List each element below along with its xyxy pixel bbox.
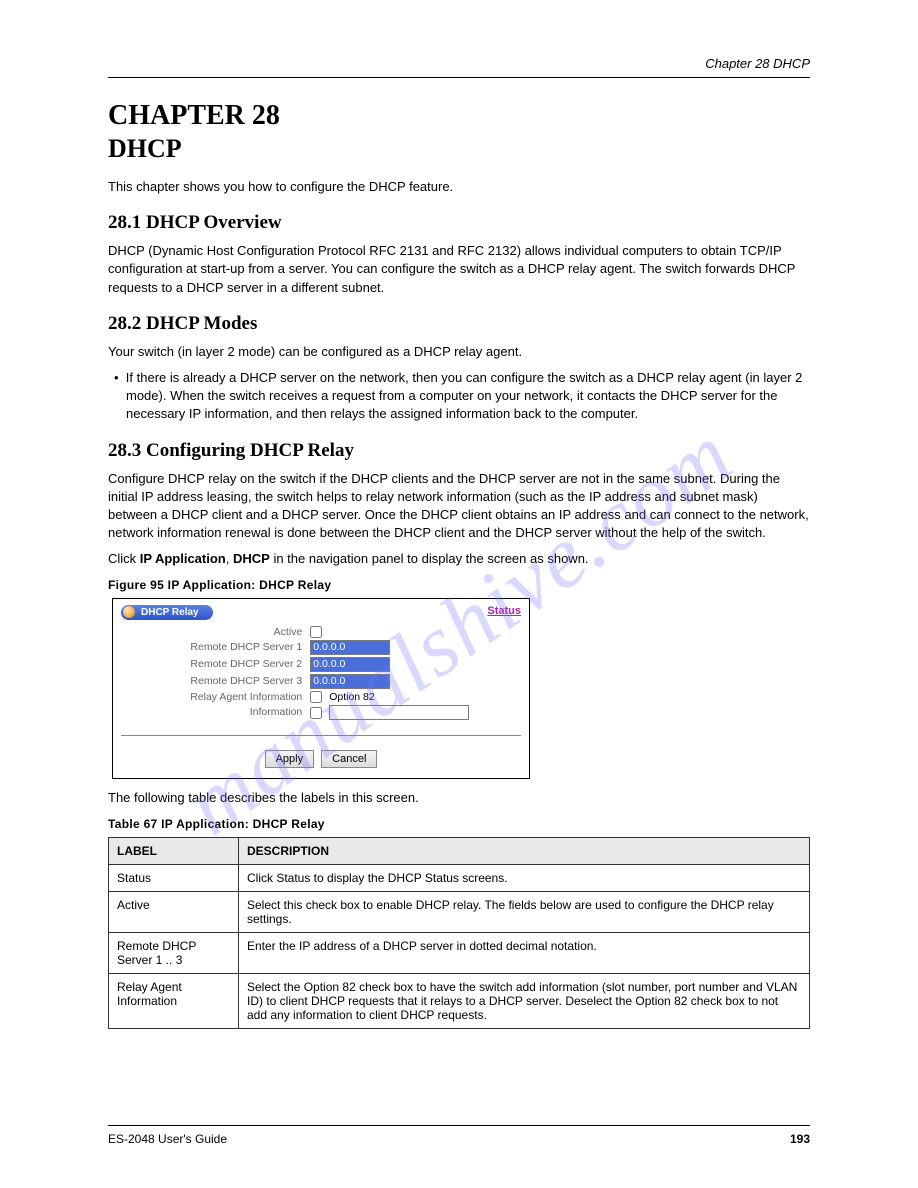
footer-page-number: 193: [790, 1132, 810, 1146]
option82-label: Option 82: [329, 691, 375, 703]
remote-server3-input[interactable]: [310, 674, 390, 689]
figure-caption: Figure 95 IP Application: DHCP Relay: [108, 578, 810, 592]
section-heading-relay: 28.3 Configuring DHCP Relay: [108, 440, 810, 462]
chapter-title: DHCP: [108, 134, 810, 164]
col-label: LABEL: [109, 838, 239, 865]
intro-paragraph: This chapter shows you how to configure …: [108, 178, 810, 196]
overview-text: DHCP (Dynamic Host Configuration Protoco…: [108, 242, 810, 297]
panel-divider: [121, 735, 521, 736]
remote-server2-input[interactable]: [310, 657, 390, 672]
page-footer: ES-2048 User's Guide 193: [108, 1125, 810, 1146]
label-information: Information: [137, 704, 306, 721]
page-header-right: Chapter 28 DHCP: [705, 56, 810, 71]
table-intro: The following table describes the labels…: [108, 789, 810, 807]
relay-p1: Configure DHCP relay on the switch if th…: [108, 470, 810, 543]
panel-orb-icon: [123, 606, 135, 618]
active-checkbox[interactable]: [310, 626, 322, 638]
label-description-table: LABEL DESCRIPTION Status Click Status to…: [108, 837, 810, 1029]
table-row: Remote DHCP Server 1 .. 3 Enter the IP a…: [109, 933, 810, 974]
table-row: Active Select this check box to enable D…: [109, 892, 810, 933]
modes-text: Your switch (in layer 2 mode) can be con…: [108, 343, 810, 361]
label-remote1: Remote DHCP Server 1: [137, 639, 306, 656]
relay-p2: Click IP Application, DHCP in the naviga…: [108, 550, 810, 568]
label-relay-agent: Relay Agent Information: [137, 690, 306, 704]
label-remote2: Remote DHCP Server 2: [137, 656, 306, 673]
chapter-number: CHAPTER 28: [108, 100, 810, 132]
dhcp-relay-panel: DHCP Relay Status Active Remote DHCP Ser…: [112, 598, 530, 778]
label-remote3: Remote DHCP Server 3: [137, 673, 306, 690]
panel-title-pill: DHCP Relay: [121, 605, 213, 620]
panel-title-text: DHCP Relay: [141, 607, 199, 618]
col-description: DESCRIPTION: [239, 838, 810, 865]
table-row: Status Click Status to display the DHCP …: [109, 865, 810, 892]
status-link[interactable]: Status: [487, 605, 521, 617]
option82-checkbox[interactable]: [310, 691, 322, 703]
table-caption: Table 67 IP Application: DHCP Relay: [108, 817, 810, 831]
information-checkbox[interactable]: [310, 707, 322, 719]
label-active: Active: [137, 624, 306, 638]
table-row: Relay Agent Information Select the Optio…: [109, 974, 810, 1029]
information-input[interactable]: [329, 705, 469, 720]
modes-bullet: If there is already a DHCP server on the…: [126, 370, 803, 421]
remote-server1-input[interactable]: [310, 640, 390, 655]
section-heading-modes: 28.2 DHCP Modes: [108, 313, 810, 335]
cancel-button[interactable]: Cancel: [321, 750, 377, 768]
apply-button[interactable]: Apply: [265, 750, 315, 768]
footer-left: ES-2048 User's Guide: [108, 1132, 227, 1146]
dhcp-form: Active Remote DHCP Server 1 Remote DHCP …: [137, 624, 505, 720]
section-heading-overview: 28.1 DHCP Overview: [108, 212, 810, 234]
